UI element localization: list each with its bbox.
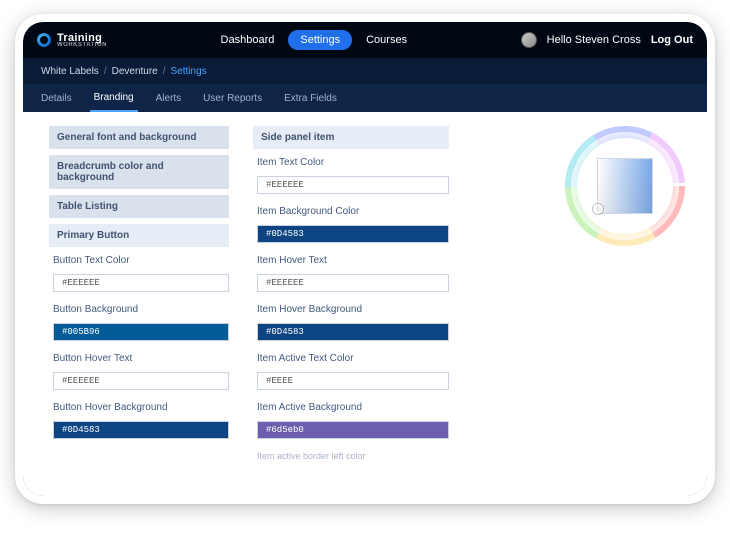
color-picker-gradient[interactable]	[597, 158, 653, 214]
breadcrumb-level-3[interactable]: Settings	[171, 66, 207, 77]
breadcrumb-sep: /	[104, 66, 107, 77]
nav-center: Dashboard Settings Courses	[221, 30, 408, 50]
tab-alerts[interactable]: Alerts	[152, 84, 186, 112]
section-primary-button[interactable]: Primary Button	[49, 224, 229, 247]
brand-icon	[37, 33, 51, 47]
label-item-text: Item Text Color	[253, 155, 449, 168]
label-item-active-border: Item active border left color	[253, 449, 449, 463]
label-button-text-color: Button Text Color	[49, 253, 229, 266]
label-item-active-text: Item Active Text Color	[253, 351, 449, 364]
tab-extra-fields[interactable]: Extra Fields	[280, 84, 341, 112]
swatch-item-bg[interactable]: #0D4583	[257, 225, 449, 243]
section-general[interactable]: General font and background	[49, 126, 229, 149]
greeting-text[interactable]: Hello Steven Cross	[547, 34, 641, 46]
section-breadcrumb[interactable]: Breadcrumb color and background	[49, 155, 229, 189]
swatch-item-active-bg[interactable]: #6d5eb0	[257, 421, 449, 439]
brand[interactable]: Training WORKSTATION	[37, 32, 107, 48]
section-table[interactable]: Table Listing	[49, 195, 229, 218]
tab-details[interactable]: Details	[37, 84, 76, 112]
avatar[interactable]	[521, 32, 537, 48]
label-item-bg: Item Background Color	[253, 204, 449, 217]
swatch-item-active-text[interactable]: #EEEE	[257, 372, 449, 390]
swatch-item-hover-bg[interactable]: #0D4583	[257, 323, 449, 341]
swatch-button-background[interactable]: #005B96	[53, 323, 229, 341]
column-left: General font and background Breadcrumb c…	[49, 126, 229, 482]
breadcrumb-sep: /	[163, 66, 166, 77]
nav-right: Hello Steven Cross Log Out	[521, 32, 693, 48]
breadcrumb-level-2[interactable]: Deventure	[112, 66, 158, 77]
color-picker[interactable]	[565, 126, 685, 246]
nav-settings[interactable]: Settings	[288, 30, 352, 50]
device-frame: Training WORKSTATION Dashboard Settings …	[15, 14, 715, 504]
nav-courses[interactable]: Courses	[366, 34, 407, 46]
breadcrumb: White Labels / Deventure / Settings	[23, 58, 707, 84]
label-item-hover-bg: Item Hover Background	[253, 302, 449, 315]
brand-subtitle: WORKSTATION	[57, 42, 107, 48]
tabs-bar: Details Branding Alerts User Reports Ext…	[23, 84, 707, 112]
label-item-hover-text: Item Hover Text	[253, 253, 449, 266]
color-picker-handle[interactable]	[593, 204, 603, 214]
swatch-button-text-color[interactable]: #EEEEEE	[53, 274, 229, 292]
body-area: General font and background Breadcrumb c…	[23, 112, 707, 496]
app-screen: Training WORKSTATION Dashboard Settings …	[23, 22, 707, 496]
label-item-active-bg: Item Active Background	[253, 400, 449, 413]
tab-user-reports[interactable]: User Reports	[199, 84, 266, 112]
topbar: Training WORKSTATION Dashboard Settings …	[23, 22, 707, 58]
nav-dashboard[interactable]: Dashboard	[221, 34, 275, 46]
swatch-button-hover-text[interactable]: #EEEEEE	[53, 372, 229, 390]
label-button-hover-bg: Button Hover Background	[49, 400, 229, 413]
label-button-background: Button Background	[49, 302, 229, 315]
section-side-panel[interactable]: Side panel item	[253, 126, 449, 149]
swatch-item-hover-text[interactable]: #EEEEEE	[257, 274, 449, 292]
tab-branding[interactable]: Branding	[90, 84, 138, 112]
swatch-item-text[interactable]: #EEEEEE	[257, 176, 449, 194]
logout-button[interactable]: Log Out	[651, 34, 693, 46]
breadcrumb-level-1[interactable]: White Labels	[41, 66, 99, 77]
column-middle: Side panel item Item Text Color #EEEEEE …	[253, 126, 449, 482]
swatch-button-hover-bg[interactable]: #0D4583	[53, 421, 229, 439]
label-button-hover-text: Button Hover Text	[49, 351, 229, 364]
